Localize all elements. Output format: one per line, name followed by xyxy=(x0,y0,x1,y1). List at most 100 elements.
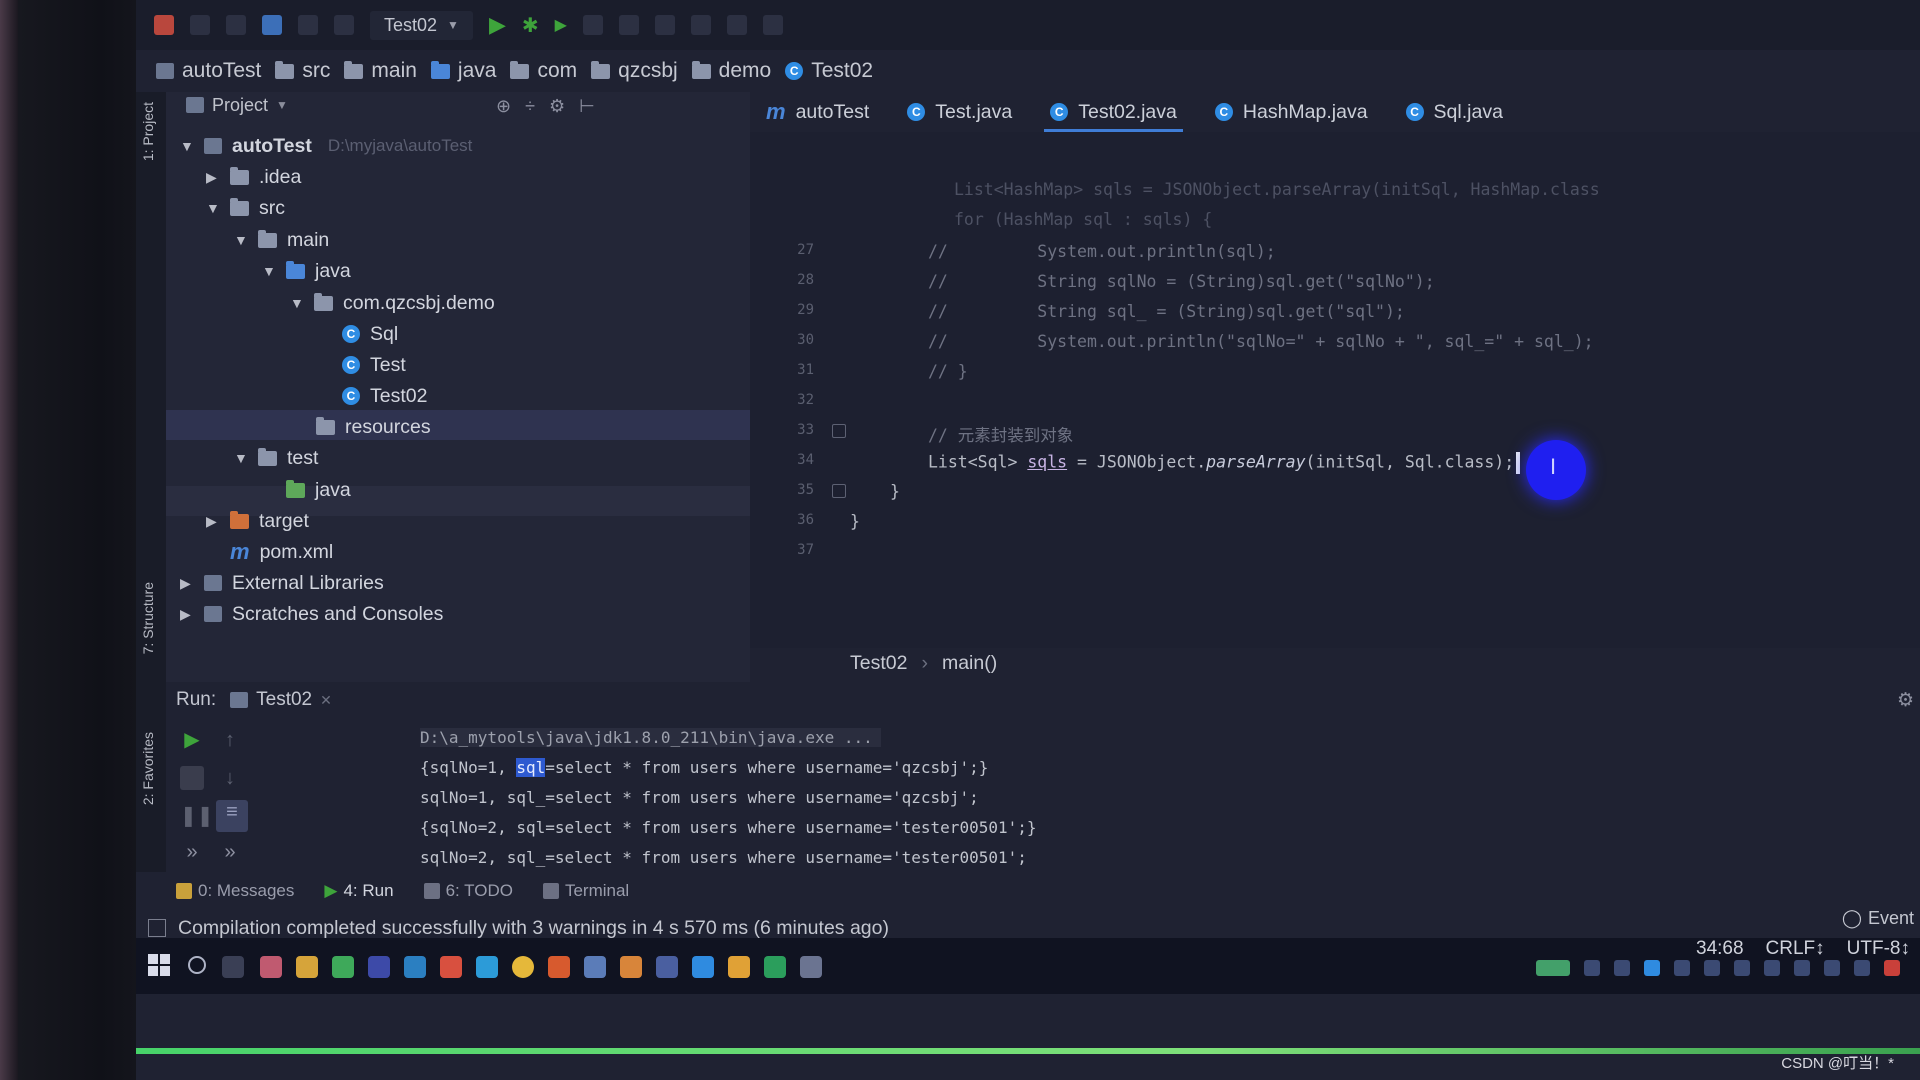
tab-run[interactable]: ▶ 4: Run xyxy=(324,881,393,901)
expanded-arrow-icon[interactable]: ▼ xyxy=(234,232,248,248)
tray-app-icon[interactable] xyxy=(1884,960,1900,976)
settings-gear-icon[interactable]: ⚙ xyxy=(1897,689,1914,712)
settings-gear-icon[interactable]: ⚙ xyxy=(549,96,565,117)
chrome-icon[interactable] xyxy=(512,956,534,978)
tree-item-idea[interactable]: ▶ .idea xyxy=(206,163,301,191)
navigate-back-icon[interactable] xyxy=(262,15,282,35)
tree-item-package[interactable]: ▼ com.qzcsbj.demo xyxy=(290,289,495,317)
tray-app-icon[interactable] xyxy=(1734,960,1750,976)
expanded-arrow-icon[interactable]: ▼ xyxy=(290,295,304,311)
tree-item-test-java[interactable]: java xyxy=(286,476,351,504)
breadcrumb-main[interactable]: main xyxy=(344,59,417,83)
expanded-arrow-icon[interactable]: ▼ xyxy=(234,450,248,466)
collapsed-arrow-icon[interactable]: ▶ xyxy=(206,169,220,186)
stop-icon[interactable] xyxy=(582,15,603,35)
app-icon[interactable] xyxy=(692,956,714,978)
tree-item-test02[interactable]: C Test02 xyxy=(342,382,427,410)
tree-item-test-folder[interactable]: ▼ test xyxy=(234,444,318,472)
tree-item-external-libraries[interactable]: ▶ External Libraries xyxy=(180,569,384,597)
project-structure-icon[interactable] xyxy=(690,15,711,35)
tree-item-target[interactable]: ▶ target xyxy=(206,507,309,535)
run-icon[interactable]: ▶ xyxy=(489,12,506,38)
event-log-button[interactable]: ◯ Event xyxy=(1842,908,1914,929)
intellij-icon[interactable] xyxy=(368,956,390,978)
close-icon[interactable]: ✕ xyxy=(320,692,332,709)
maven-icon[interactable] xyxy=(762,15,783,35)
tree-item-src[interactable]: ▼ src xyxy=(206,194,285,222)
tab-messages[interactable]: 0: Messages xyxy=(176,881,294,901)
run-configuration-select[interactable]: Test02 ▼ xyxy=(370,10,473,40)
locate-icon[interactable]: ⊕ xyxy=(496,96,511,117)
down-arrow-icon[interactable]: ↓ xyxy=(218,766,242,790)
app-icon[interactable] xyxy=(584,956,606,978)
tray-app-icon[interactable] xyxy=(1644,960,1660,976)
tree-item-resources[interactable]: resources xyxy=(316,413,431,441)
fold-marker-icon[interactable] xyxy=(832,424,846,438)
project-tool-tab[interactable]: 1: Project xyxy=(140,102,156,161)
up-arrow-icon[interactable]: ↑ xyxy=(218,728,242,752)
chevron-down-icon[interactable]: ▼ xyxy=(276,98,288,112)
app-icon[interactable] xyxy=(404,956,426,978)
windows-start-icon[interactable] xyxy=(148,954,170,976)
app-icon[interactable] xyxy=(260,956,282,978)
tab-terminal[interactable]: Terminal xyxy=(542,881,629,901)
tab-hashmap-java[interactable]: C HashMap.java xyxy=(1214,92,1368,132)
tab-todo[interactable]: 6: TODO xyxy=(423,881,513,901)
app-icon[interactable] xyxy=(332,956,354,978)
search-icon[interactable] xyxy=(188,956,206,974)
status-message[interactable]: Compilation completed successfully with … xyxy=(178,917,889,940)
tree-item-sql[interactable]: C Sql xyxy=(342,320,398,348)
editor-crumb-method[interactable]: main() xyxy=(942,652,997,675)
debug-icon[interactable]: ✱ xyxy=(522,13,539,38)
tray-app-icon[interactable] xyxy=(1614,960,1630,976)
wifi-icon[interactable] xyxy=(1794,960,1810,976)
breadcrumb-qzcsbj[interactable]: qzcsbj xyxy=(591,59,678,83)
more-icon[interactable]: » xyxy=(218,840,242,864)
attach-debugger-icon[interactable] xyxy=(618,15,639,35)
open-folder-icon[interactable] xyxy=(154,15,174,35)
tree-item-autotest[interactable]: ▼ autoTest D:\myjava\autoTest xyxy=(180,132,472,160)
run-console[interactable]: D:\a_mytools\java\jdk1.8.0_211\bin\java.… xyxy=(286,722,1906,870)
status-toggle-icon[interactable] xyxy=(148,919,166,937)
tab-test-java[interactable]: C Test.java xyxy=(907,92,1012,132)
caret-position[interactable]: 34:68 xyxy=(1696,938,1744,960)
tree-item-java[interactable]: ▼ java xyxy=(262,257,351,285)
tree-item-test[interactable]: C Test xyxy=(342,351,406,379)
app-icon[interactable] xyxy=(548,956,570,978)
pause-icon[interactable]: ❚❚ xyxy=(180,804,214,828)
app-icon[interactable] xyxy=(440,956,462,978)
breadcrumb-test02[interactable]: C Test02 xyxy=(785,59,873,83)
navigate-forward-icon[interactable] xyxy=(298,15,318,35)
breadcrumb-project[interactable]: autoTest xyxy=(156,59,261,83)
tree-item-scratches[interactable]: ▶ Scratches and Consoles xyxy=(180,600,443,628)
code-editor[interactable]: 27 28 29 30 31 32 33 34 35 36 37 List<Ha… xyxy=(750,132,1920,648)
coverage-icon[interactable]: ▶ xyxy=(555,15,567,35)
tree-item-main[interactable]: ▼ main xyxy=(234,226,329,254)
app-icon[interactable] xyxy=(656,956,678,978)
expanded-arrow-icon[interactable]: ▼ xyxy=(206,200,220,216)
expanded-arrow-icon[interactable]: ▼ xyxy=(262,263,276,279)
tab-test02-java[interactable]: C Test02.java xyxy=(1044,92,1183,132)
keyboard-icon[interactable] xyxy=(1764,960,1780,976)
tray-app-icon[interactable] xyxy=(1674,960,1690,976)
collapse-all-icon[interactable]: ÷ xyxy=(525,96,535,117)
structure-tool-tab[interactable]: 7: Structure xyxy=(140,582,156,654)
project-panel-title[interactable]: Project xyxy=(212,95,268,116)
favorites-tool-tab[interactable]: 2: Favorites xyxy=(140,732,156,805)
collapsed-arrow-icon[interactable]: ▶ xyxy=(206,513,220,530)
more-icon[interactable]: » xyxy=(180,840,204,864)
save-icon[interactable] xyxy=(190,15,210,35)
hide-panel-icon[interactable]: ⊢ xyxy=(579,96,595,117)
app-icon[interactable] xyxy=(620,956,642,978)
build-icon[interactable] xyxy=(334,15,354,35)
notification-icon[interactable] xyxy=(1854,960,1870,976)
breadcrumb-com[interactable]: com xyxy=(510,59,577,83)
editor-crumb-class[interactable]: Test02 xyxy=(850,652,907,675)
app-icon[interactable] xyxy=(800,956,822,978)
breadcrumb-java[interactable]: java xyxy=(430,59,496,83)
expanded-arrow-icon[interactable]: ▼ xyxy=(180,138,194,154)
soft-wrap-icon[interactable]: ≡ xyxy=(216,800,248,832)
volume-icon[interactable] xyxy=(1824,960,1840,976)
task-view-icon[interactable] xyxy=(222,956,244,978)
collapsed-arrow-icon[interactable]: ▶ xyxy=(180,575,194,592)
